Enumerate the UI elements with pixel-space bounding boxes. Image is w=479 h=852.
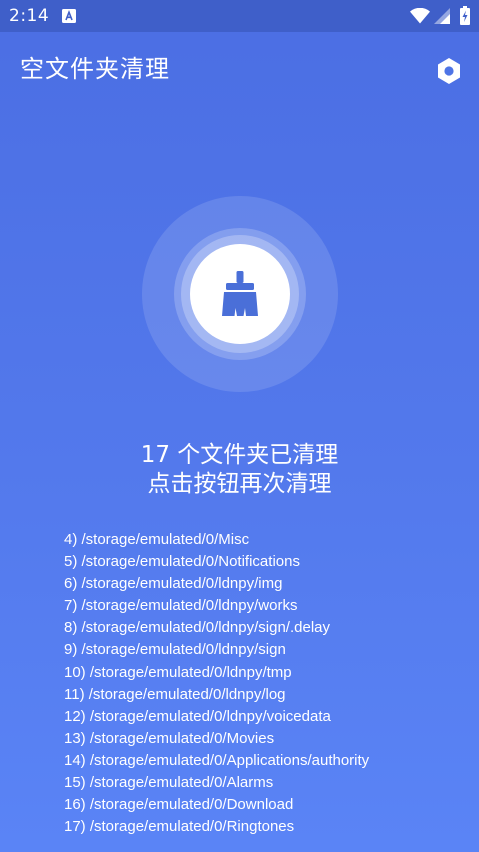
clean-button[interactable]	[190, 244, 290, 344]
list-item: 15) /storage/emulated/0/Alarms	[64, 774, 274, 792]
settings-hex-icon	[438, 58, 460, 84]
list-item: 6) /storage/emulated/0/ldnpy/img	[64, 575, 283, 593]
battery-charging-icon	[460, 6, 470, 25]
app-bar: 空文件夹清理	[0, 32, 479, 108]
status-bar: 2:14	[0, 0, 479, 32]
cleaned-count-text: 17 个文件夹已清理	[140, 442, 339, 468]
page-title: 空文件夹清理	[20, 55, 170, 83]
notification-a-icon	[62, 9, 76, 23]
list-item: 13) /storage/emulated/0/Movies	[64, 729, 275, 747]
list-item: 4) /storage/emulated/0/Misc	[64, 531, 250, 548]
list-item: 7) /storage/emulated/0/ldnpy/works	[64, 597, 298, 615]
list-item: 5) /storage/emulated/0/Notifications	[64, 553, 300, 571]
clean-again-hint: 点击按钮再次清理	[147, 471, 332, 497]
cleaned-folder-list: 4) /storage/emulated/0/Misc 5) /storage/…	[64, 529, 464, 838]
list-item: 10) /storage/emulated/0/ldnpy/tmp	[64, 663, 292, 681]
clean-button-area	[142, 196, 338, 392]
list-item: 17) /storage/emulated/0/Ringtones	[64, 818, 295, 836]
clean-result-message: 17 个文件夹已清理 点击按钮再次清理	[0, 441, 479, 499]
list-item: 12) /storage/emulated/0/ldnpy/voicedata	[64, 707, 331, 725]
signal-icon	[434, 8, 450, 24]
list-item: 16) /storage/emulated/0/Download	[64, 796, 294, 814]
wifi-icon	[410, 8, 430, 24]
broom-icon	[222, 271, 258, 316]
status-time: 2:14	[9, 6, 50, 26]
empty-folder-cleaner-screen: 2:14 空文件夹清理 17 个文件夹已清理 点击按钮再次清理 4) /stor…	[0, 0, 479, 852]
list-item: 11) /storage/emulated/0/ldnpy/log	[64, 685, 286, 703]
list-item: 14) /storage/emulated/0/Applications/aut…	[64, 751, 370, 769]
settings-button[interactable]	[432, 54, 466, 88]
list-item: 9) /storage/emulated/0/ldnpy/sign	[64, 641, 286, 659]
list-item: 8) /storage/emulated/0/ldnpy/sign/.delay	[64, 619, 330, 637]
